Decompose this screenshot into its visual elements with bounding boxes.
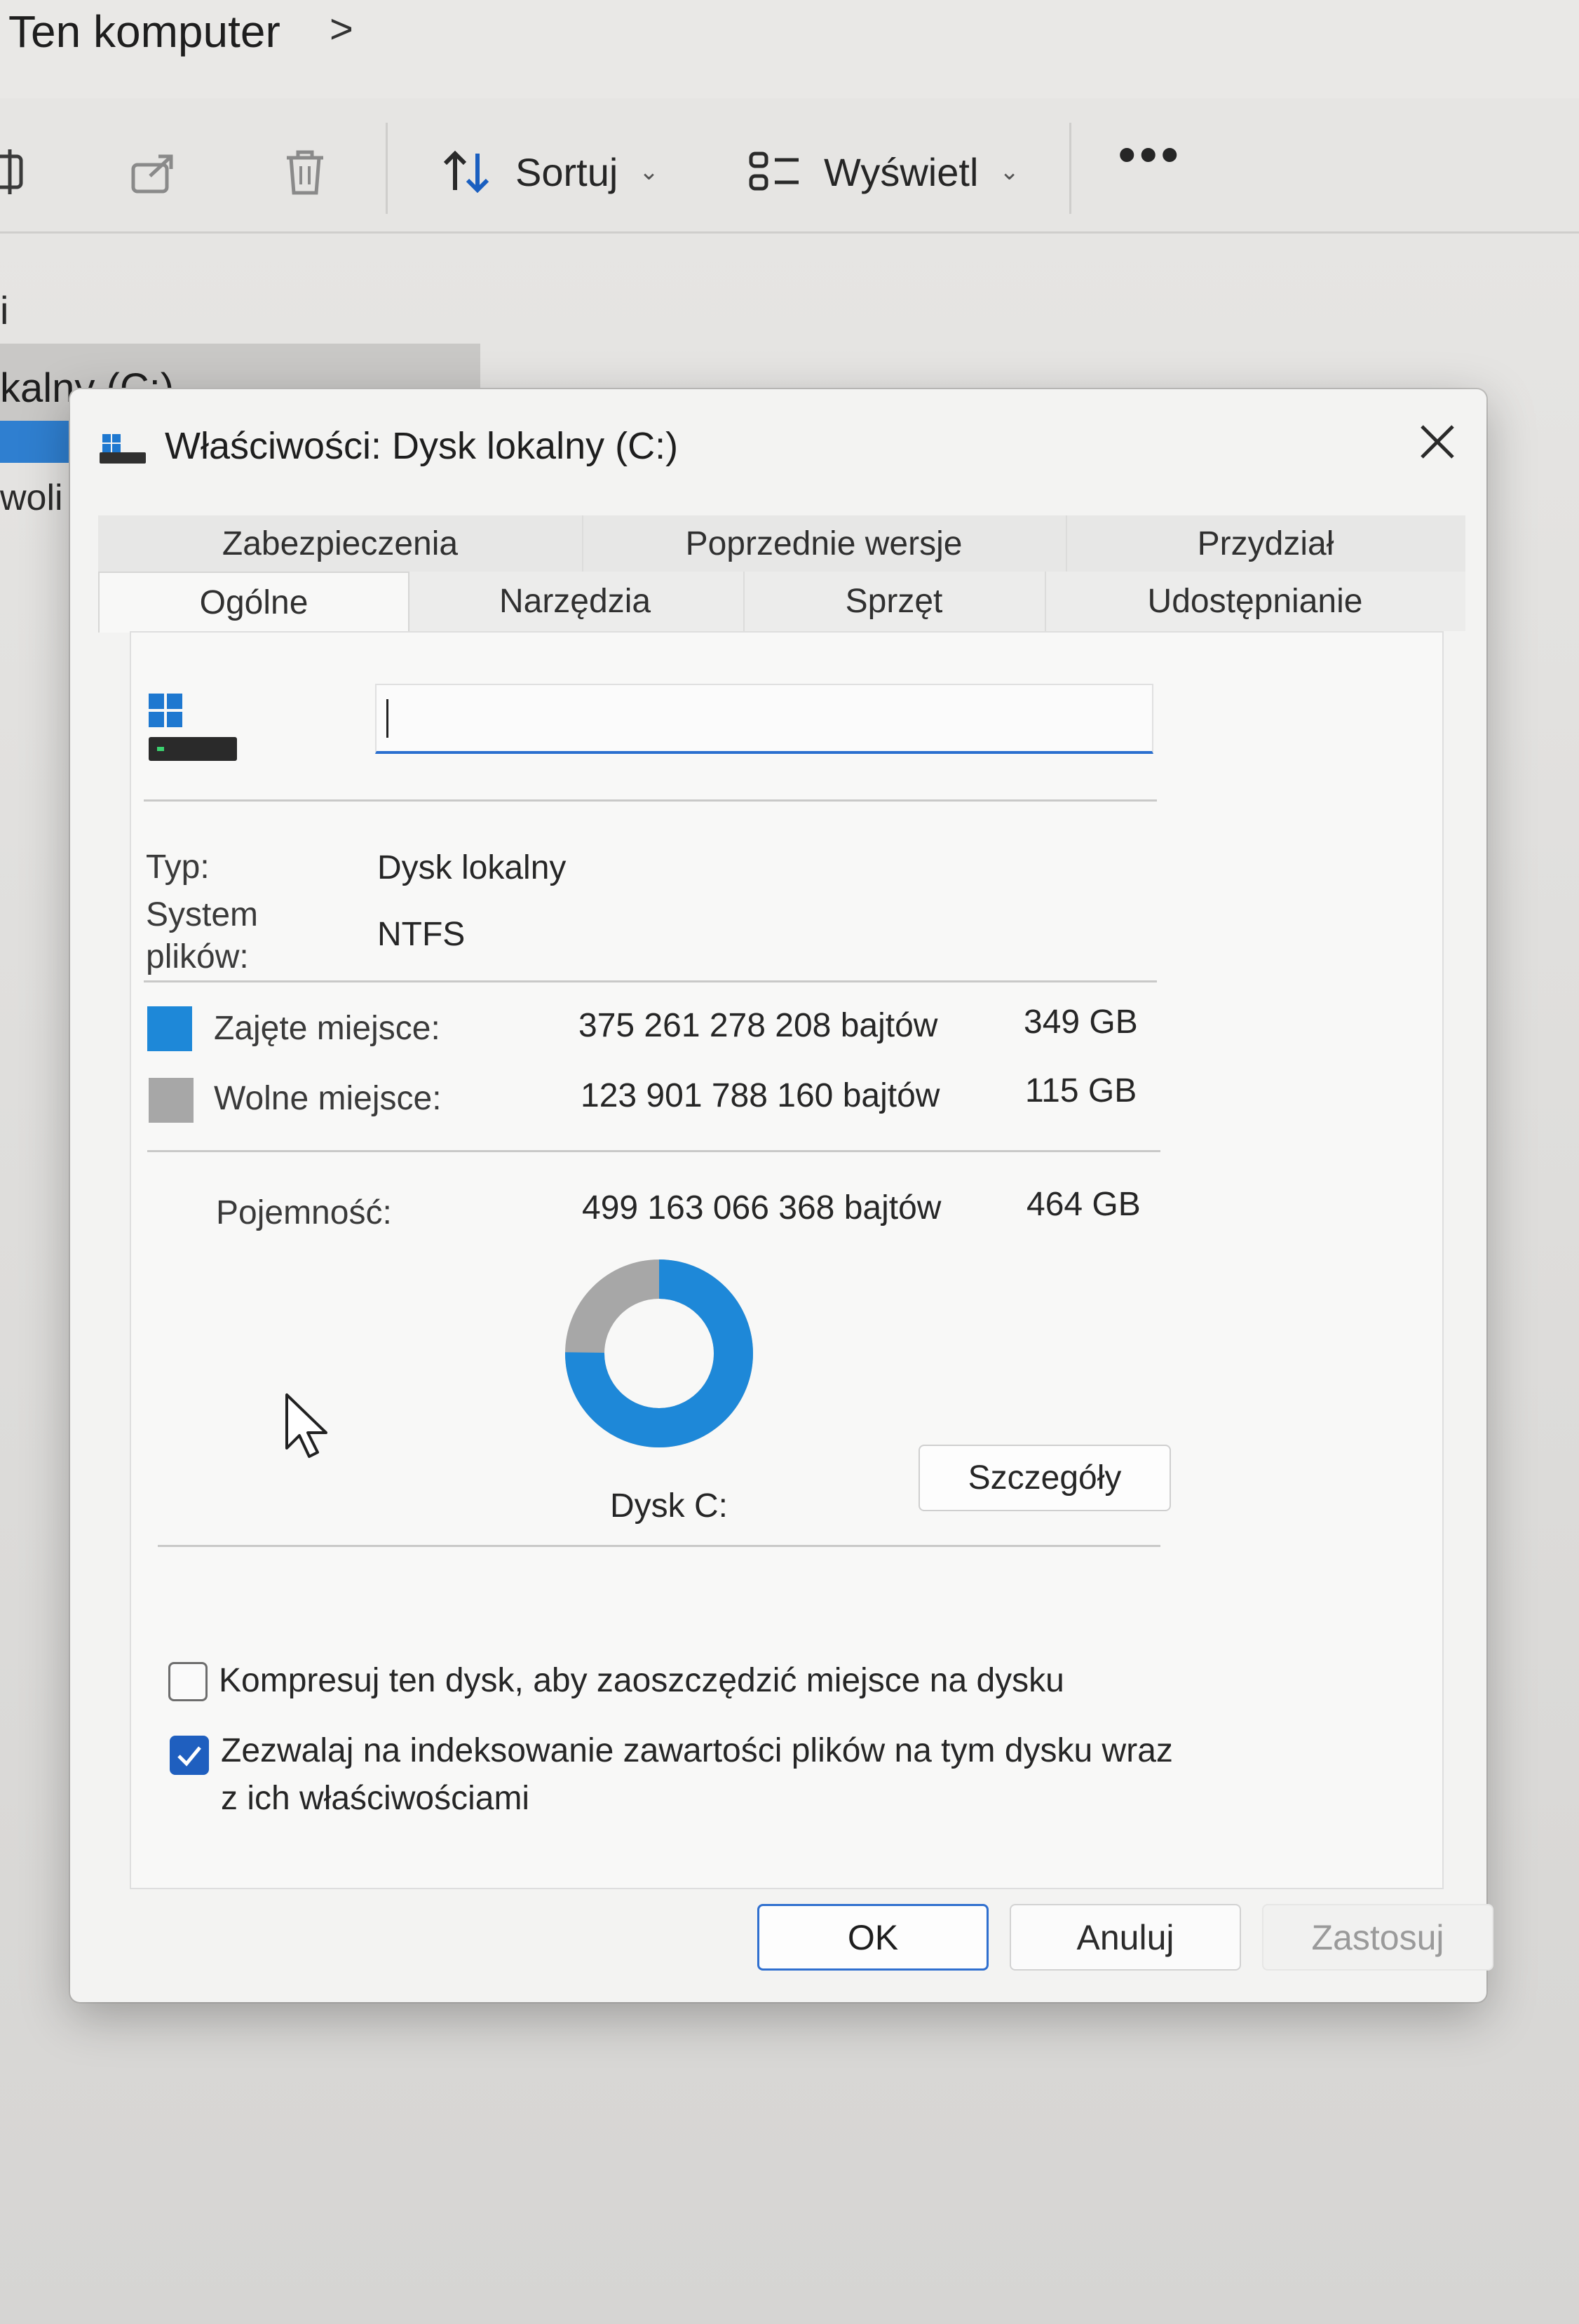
properties-dialog: Właściwości: Dysk lokalny (C:) Zabezpiec… [70, 389, 1493, 2002]
separator [158, 1545, 1160, 1547]
cancel-button[interactable]: Anuluj [1010, 1904, 1241, 1971]
delete-icon[interactable] [277, 144, 333, 200]
nav-item-partial[interactable]: i [0, 288, 8, 333]
ok-button[interactable]: OK [757, 1904, 989, 1971]
chevron-down-icon: ⌄ [999, 158, 1019, 185]
free-space-size: 115 GB [1025, 1072, 1137, 1109]
type-value: Dysk lokalny [377, 849, 567, 886]
toolbar-separator [386, 123, 388, 214]
index-label-line1[interactable]: Zezwalaj na indeksowanie zawartości plik… [221, 1727, 1173, 1775]
tab-general[interactable]: Ogólne [98, 572, 409, 633]
address-bar[interactable]: Ten komputer > [0, 0, 1579, 100]
tab-hardware[interactable]: Sprzęt [743, 572, 1046, 631]
separator [144, 980, 1157, 982]
tab-tools[interactable]: Narzędzia [407, 572, 745, 631]
capacity-size: 464 GB [1026, 1186, 1141, 1223]
apply-button[interactable]: Zastosuj [1262, 1904, 1493, 1971]
text-caret [386, 699, 388, 738]
rename-icon[interactable] [0, 144, 35, 200]
breadcrumb-this-pc[interactable]: Ten komputer [8, 6, 280, 58]
chevron-down-icon: ⌄ [639, 158, 659, 185]
drive-title-icon [100, 434, 146, 464]
mouse-pointer-icon [285, 1393, 327, 1458]
used-space-bytes: 375 261 278 208 bajtów [578, 1007, 938, 1044]
tab-security[interactable]: Zabezpieczenia [98, 515, 583, 572]
tab-row-lower: Ogólne Narzędzia Sprzęt Udostępnianie [98, 572, 1465, 633]
capacity-label: Pojemność: [216, 1194, 392, 1231]
free-space-label: Wolne miejsce: [214, 1080, 442, 1117]
drive-name-input[interactable] [375, 684, 1153, 754]
view-button[interactable]: Wyświetl ⌄ [747, 140, 1019, 203]
view-label: Wyświetl [824, 149, 979, 194]
share-icon[interactable] [126, 144, 182, 200]
free-space-bytes: 123 901 788 160 bajtów [581, 1077, 940, 1114]
tab-quota[interactable]: Przydział [1066, 515, 1465, 572]
sort-button[interactable]: Sortuj ⌄ [438, 140, 659, 203]
sort-icon [443, 150, 489, 194]
close-button[interactable] [1406, 410, 1469, 473]
index-checkbox[interactable] [170, 1736, 209, 1775]
tab-sharing[interactable]: Udostępnianie [1045, 572, 1465, 631]
index-label-line2[interactable]: z ich właściwościami [221, 1775, 529, 1823]
filesystem-value: NTFS [377, 916, 466, 953]
toolbar-separator [1069, 123, 1071, 214]
nav-item-partial: woli [0, 478, 63, 518]
used-space-label: Zajęte miejsce: [214, 1010, 440, 1047]
drive-caption: Dysk C: [610, 1487, 728, 1525]
hard-drive-icon [149, 694, 237, 761]
details-button[interactable]: Szczegóły [919, 1445, 1171, 1511]
separator [147, 1150, 1160, 1152]
breadcrumb-chevron-icon[interactable]: > [330, 6, 353, 53]
sort-label: Sortuj [515, 149, 618, 194]
dialog-titlebar[interactable]: Właściwości: Dysk lokalny (C:) [70, 389, 1486, 494]
separator [144, 799, 1157, 802]
used-space-size: 349 GB [1024, 1004, 1138, 1041]
checkmark-icon [177, 1746, 201, 1766]
type-label: Typ: [146, 849, 210, 886]
compress-label[interactable]: Kompresuj ten dysk, aby zaoszczędzić mie… [219, 1657, 1064, 1705]
more-options-button[interactable]: ••• [1118, 126, 1183, 182]
tab-previous-versions[interactable]: Poprzednie wersje [582, 515, 1067, 572]
compress-checkbox[interactable] [168, 1662, 208, 1701]
used-space-swatch [147, 1006, 192, 1051]
close-icon [1421, 425, 1454, 459]
nav-selection-indicator [0, 421, 70, 463]
capacity-bytes: 499 163 066 368 bajtów [582, 1189, 942, 1227]
filesystem-label-line1: System [146, 896, 259, 933]
free-space-swatch [149, 1078, 194, 1123]
tab-row-upper: Zabezpieczenia Poprzednie wersje Przydzi… [98, 515, 1465, 572]
dialog-title: Właściwości: Dysk lokalny (C:) [165, 425, 679, 467]
filesystem-label-line2: plików: [146, 938, 249, 975]
disk-usage-donut-chart [565, 1259, 753, 1447]
view-icon [749, 151, 799, 191]
